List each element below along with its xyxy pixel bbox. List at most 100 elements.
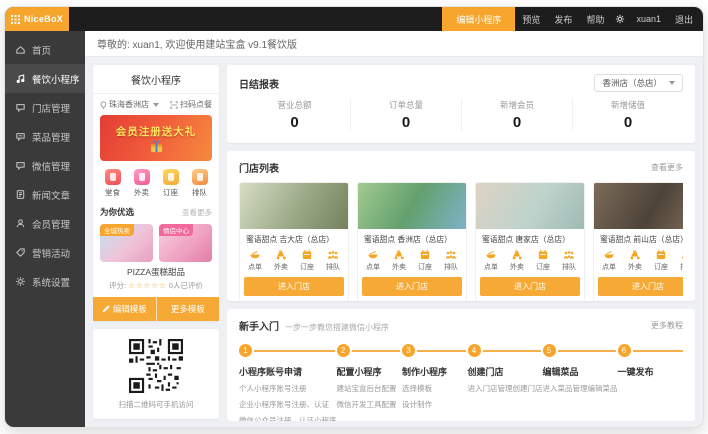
people-icon [445,249,457,261]
settings-icon [15,276,26,287]
store-photo [240,183,348,229]
sidebar-item-home[interactable]: 首页 [5,35,85,64]
quick-action-label: 订座 [163,187,178,198]
people-icon [681,249,683,261]
store-action-takeout: 外卖 [392,249,406,272]
store-card: 蜜语甜点 唐家店（总店） 点单 外卖 订座 排队 进入门店 [475,182,585,301]
step-item: 进入门店管理创建门店 [468,383,543,394]
featured-more-link[interactable]: 查看更多 [182,207,212,218]
dinein-icon [105,169,121,185]
promo-banner[interactable]: 会员注册送大礼 [100,115,212,161]
step-title: 小程序账号申请 [239,365,337,378]
metric-label: 新增储值 [573,99,683,111]
step-title: 一键发布 [618,365,684,378]
bowl-icon [367,249,379,261]
step-title: 创建门店 [468,365,543,378]
enter-store-button[interactable]: 进入门店 [480,277,580,296]
marketing-tag-icon [15,247,26,258]
step-item: 设计制作 [402,399,468,410]
store-action-label: 外卖 [274,262,288,272]
metric-label: 营业总额 [239,99,350,111]
quick-action-takeout[interactable]: 外卖 [134,169,150,198]
dish-icon [15,131,26,142]
wechat-icon [15,160,26,171]
store-select[interactable]: 香洲店（总店） [594,74,683,92]
sidebar-item-news-articles[interactable]: 新闻文章 [5,180,85,209]
store-action-reserve: 订座 [300,249,314,272]
rating-stars: ☆☆☆☆☆ [128,281,167,290]
takeout-icon [134,169,150,185]
phone-quick-actions: 堂食 外卖 订座 排队 [93,161,219,204]
calendar-icon [301,249,313,261]
enter-store-button[interactable]: 进入门店 [244,277,344,296]
step-item: 微信公众号注册、认证小程序 [239,415,337,421]
store-action-order: 点单 [602,249,616,272]
location-label: 珠海香洲店 [109,99,149,110]
scooter-icon [511,249,523,261]
sidebar-item-dish-management[interactable]: 菜品管理 [5,122,85,151]
sidebar-item-wechat-management[interactable]: 微信管理 [5,151,85,180]
store-action-takeout: 外卖 [274,249,288,272]
metric-value: 0 [239,114,350,131]
store-photo [358,183,466,229]
edit-miniprogram-button[interactable]: 编辑小程序 [442,7,515,31]
sidebar-item-member-management[interactable]: 会员管理 [5,209,85,238]
location-dropdown[interactable]: 珠海香洲店 [100,99,159,110]
home-icon [15,44,26,55]
qr-card: 扫描二维码可手机访问 [93,329,219,419]
sidebar-item-label: 门店管理 [32,101,70,115]
metric-value: 0 [351,114,461,131]
edit-template-button[interactable]: 编辑模板 [93,297,156,321]
report-title: 日结报表 [239,76,279,91]
topbar-link-preview[interactable]: 预览 [522,13,540,26]
sidebar-item-label: 新闻文章 [32,188,70,202]
quick-action-dinein[interactable]: 堂食 [105,169,121,198]
guide-more-link[interactable]: 更多教程 [651,320,683,331]
enter-store-button[interactable]: 进入门店 [598,277,683,296]
topbar-username[interactable]: xuan1 [636,14,661,24]
step-item: 微信开发工具配置 [337,399,403,410]
step-number: 1 [239,344,252,357]
featured-title: 为你优选 [100,206,134,218]
guide-subtitle: 一步一步教您搭建微信小程序 [285,322,389,333]
more-templates-label: 更多模板 [171,303,205,315]
miniprogram-preview-card: 餐饮小程序 珠海香洲店 扫码点餐 [93,65,219,321]
scooter-icon [275,249,287,261]
topbar-link-help[interactable]: 帮助 [586,13,604,26]
sidebar-item-label: 菜品管理 [32,130,70,144]
sidebar-item-label: 首页 [32,43,51,57]
scan-order-button[interactable]: 扫码点餐 [170,99,212,110]
store-action-label: 点单 [248,262,262,272]
queue-icon [192,169,208,185]
bowl-icon [485,249,497,261]
quick-action-reserve[interactable]: 订座 [163,169,179,198]
featured-image[interactable]: 情侣中心 [159,224,212,262]
featured-image[interactable]: 全城热卖 [100,224,153,262]
store-action-reserve: 订座 [654,249,668,272]
store-action-label: 点单 [366,262,380,272]
quick-action-queue[interactable]: 排队 [192,169,208,198]
sidebar-item-restaurant-miniprogram[interactable]: 餐饮小程序 [5,64,85,93]
bowl-icon [603,249,615,261]
sidebar-item-store-management[interactable]: 门店管理 [5,93,85,122]
featured-tag: 情侣中心 [159,224,193,236]
logout-link[interactable]: 退出 [675,13,693,26]
sidebar-item-system-settings[interactable]: 系统设置 [5,267,85,296]
sidebar-item-label: 会员管理 [32,217,70,231]
enter-store-button[interactable]: 进入门店 [362,277,462,296]
guide-title: 新手入门 [239,318,279,333]
step-title: 编辑菜品 [543,365,618,378]
news-icon [15,189,26,200]
settings-gear-icon[interactable] [615,14,625,24]
store-action-takeout: 外卖 [628,249,642,272]
store-action-label: 排队 [444,262,458,272]
app-grid-icon[interactable] [11,15,20,24]
more-templates-button[interactable]: 更多模板 [156,297,220,321]
store-action-label: 排队 [326,262,340,272]
topbar-link-publish[interactable]: 发布 [554,13,572,26]
store-list-more-link[interactable]: 查看更多 [651,162,683,173]
step-number: 6 [618,344,631,357]
sidebar-item-marketing-activities[interactable]: 营销活动 [5,238,85,267]
store-action-label: 排队 [680,262,683,272]
people-icon [327,249,339,261]
